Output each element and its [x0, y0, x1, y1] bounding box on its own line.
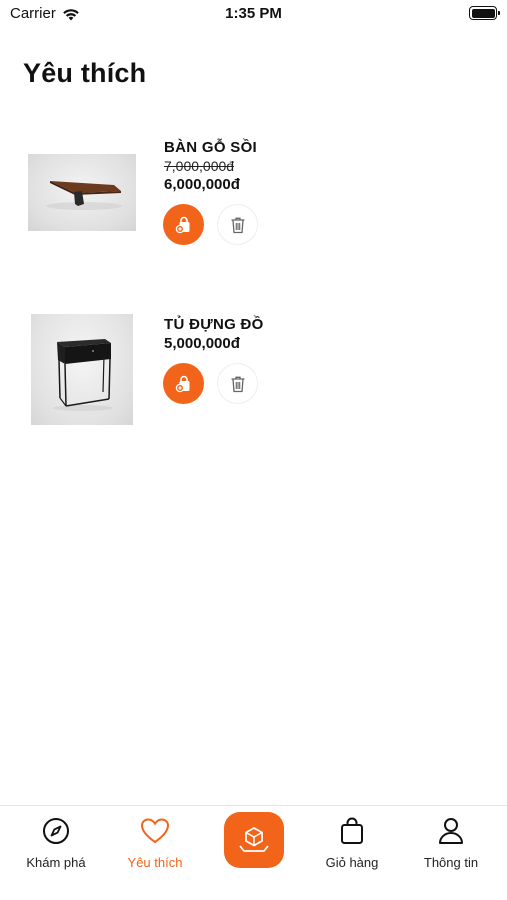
favorite-item[interactable]: TỦ ĐỰNG ĐỒ 5,000,000đ [0, 300, 507, 425]
remove-favorite-button[interactable] [217, 204, 258, 245]
oak-table-image[interactable] [28, 154, 136, 231]
user-icon [439, 818, 463, 844]
trash-icon [231, 217, 244, 233]
product-name[interactable]: TỦ ĐỰNG ĐỒ [164, 316, 264, 333]
tab-label: Giỏ hàng [325, 855, 379, 870]
item-actions [163, 363, 258, 404]
page-title: Yêu thích [23, 58, 147, 88]
ar-scan-button[interactable] [224, 812, 284, 868]
tab-label: Khám phá [26, 855, 86, 870]
tab-explore[interactable]: Khám phá [6, 816, 106, 870]
battery-icon [469, 6, 500, 20]
add-to-bag-icon [175, 375, 189, 392]
shopping-bag-icon [341, 817, 363, 844]
add-to-bag-icon [175, 216, 189, 233]
tab-favorites[interactable]: Yêu thích [105, 816, 205, 870]
favorite-item[interactable]: BÀN GỖ SỒI 7,000,000đ 6,000,000đ [0, 136, 507, 256]
item-actions [163, 204, 258, 245]
add-to-cart-button[interactable] [163, 204, 204, 245]
tab-cart[interactable]: Giỏ hàng [302, 816, 402, 870]
tab-profile[interactable]: Thông tin [401, 816, 501, 870]
compass-icon [43, 818, 69, 844]
trash-icon [231, 376, 244, 392]
product-name[interactable]: BÀN GỖ SỒI [164, 139, 257, 156]
status-bar: Carrier 1:35 PM [0, 0, 507, 28]
storage-cabinet-image[interactable] [31, 314, 133, 425]
bottom-tab-bar: Khám phá Yêu thích Giỏ hàng Thông tin [0, 805, 507, 900]
ar-scan-icon [239, 827, 269, 852]
heart-icon [140, 818, 170, 844]
original-price: 7,000,000đ [164, 158, 235, 174]
remove-favorite-button[interactable] [217, 363, 258, 404]
clock: 1:35 PM [225, 5, 282, 22]
tab-label: Yêu thích [127, 855, 183, 870]
sale-price: 6,000,000đ [164, 176, 240, 193]
tab-label: Thông tin [423, 855, 479, 870]
price: 5,000,000đ [164, 335, 240, 352]
add-to-cart-button[interactable] [163, 363, 204, 404]
